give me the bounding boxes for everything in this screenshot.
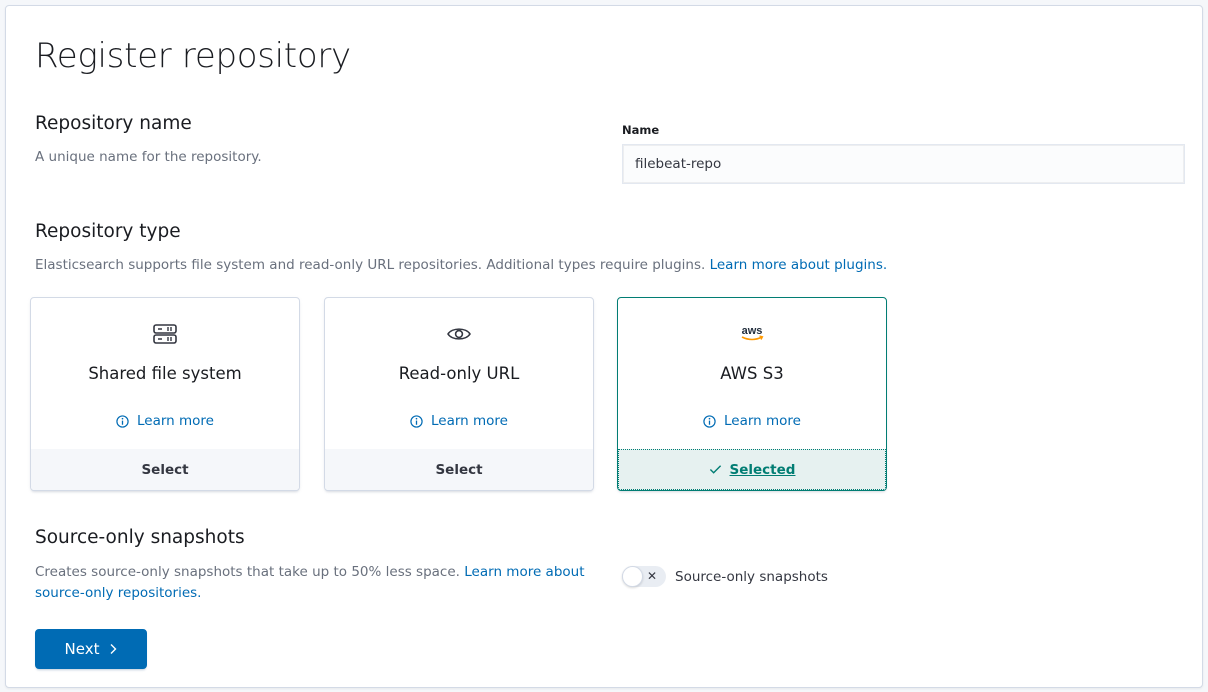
card-aws-s3[interactable]: aws AWS S3 Learn more Selected [617,297,887,491]
source-only-toggle-label: Source-only snapshots [675,568,828,585]
learn-more-link[interactable]: Learn more [325,413,593,429]
source-only-description: Creates source-only snapshots that take … [35,562,595,604]
learn-more-label: Learn more [431,413,508,429]
info-icon [116,414,129,428]
selected-button[interactable]: Selected [618,449,886,490]
source-only-toggle-row: ✕ Source-only snapshots [622,566,828,587]
name-field-label: Name [622,123,660,137]
card-read-only-url[interactable]: Read-only URL Learn more Select [324,297,594,491]
info-icon [703,414,716,428]
learn-more-plugins-link[interactable]: Learn more about plugins. [710,257,888,273]
learn-more-link[interactable]: Learn more [31,413,299,429]
card-title: Shared file system [88,364,242,383]
eye-icon [325,322,593,346]
aws-logo-text: aws [742,325,763,337]
learn-more-label: Learn more [137,413,214,429]
storage-icon [31,322,299,346]
select-button[interactable]: Select [31,449,299,490]
page-title: Register repository [35,36,351,76]
selected-label: Selected [729,461,796,478]
source-only-description-text: Creates source-only snapshots that take … [35,564,460,580]
repository-type-description-text: Elasticsearch supports file system and r… [35,257,706,273]
card-title: Read-only URL [398,364,520,383]
repository-name-description: A unique name for the repository. [35,149,262,165]
source-only-title: Source-only snapshots [35,527,245,548]
next-button-label: Next [64,640,100,658]
check-icon [709,465,721,474]
repository-type-description: Elasticsearch supports file system and r… [35,255,887,276]
info-icon [410,414,423,428]
repository-name-input[interactable] [622,144,1185,184]
chevron-right-icon [110,644,117,654]
repository-name-title: Repository name [35,113,192,134]
next-button[interactable]: Next [35,629,147,669]
learn-more-link[interactable]: Learn more [618,413,886,429]
register-repository-panel: Register repository Repository name A un… [5,5,1203,688]
card-title: AWS S3 [720,364,784,383]
source-only-toggle[interactable]: ✕ [622,566,666,587]
aws-logo-icon: aws [618,322,886,346]
card-shared-file-system[interactable]: Shared file system Learn more Select [30,297,300,491]
select-button[interactable]: Select [325,449,593,490]
toggle-knob [622,566,643,587]
repository-type-title: Repository type [35,221,181,242]
learn-more-label: Learn more [724,413,801,429]
cross-icon: ✕ [647,569,658,583]
